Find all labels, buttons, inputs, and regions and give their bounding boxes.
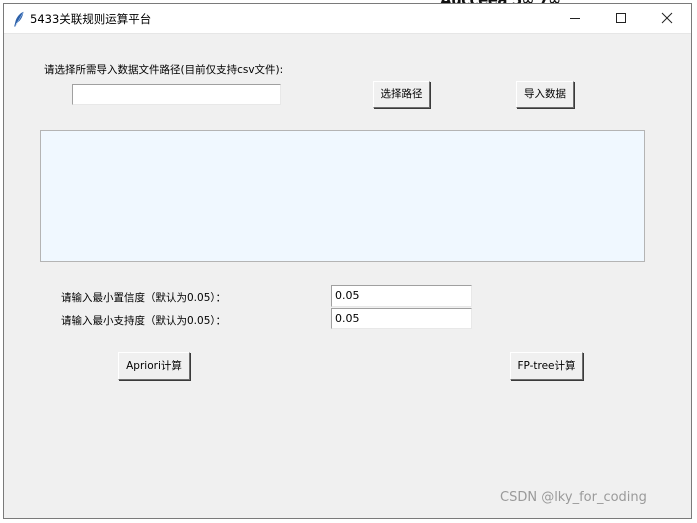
minimize-icon [570, 18, 580, 19]
choose-path-button[interactable]: 选择路径 [373, 81, 430, 108]
maximize-button[interactable] [598, 4, 644, 33]
min-support-input[interactable]: 0.05 [331, 308, 472, 329]
import-data-button[interactable]: 导入数据 [516, 81, 574, 108]
feather-icon [14, 11, 24, 27]
output-text-area[interactable] [40, 130, 645, 262]
fptree-compute-button[interactable]: FP-tree计算 [510, 352, 583, 380]
window-title: 5433关联规则运算平台 [30, 12, 152, 26]
min-confidence-label: 请输入最小置信度（默认为0.05）： [61, 292, 227, 304]
close-icon [661, 12, 673, 24]
window-content: 请选择所需导入数据文件路径(目前仅支持csv文件): 选择路径 导入数据 请输入… [4, 34, 691, 518]
close-button[interactable] [644, 4, 690, 33]
app-window: 5433关联规则运算平台 请选择所需导入数据文件路径(目前仅支持csv文件): [3, 3, 692, 519]
apriori-compute-button[interactable]: Apriori计算 [118, 352, 190, 380]
maximize-icon [616, 13, 626, 23]
min-support-label: 请输入最小支持度（默认为0.05）： [61, 315, 227, 327]
minimize-button[interactable] [552, 4, 598, 33]
title-bar[interactable]: 5433关联规则运算平台 [4, 4, 691, 34]
file-path-input[interactable] [72, 84, 281, 105]
min-confidence-input[interactable]: 0.05 [331, 285, 472, 307]
watermark-text: CSDN @lky_for_coding [500, 490, 647, 505]
screenshot-canvas: I Aucceea 5∞ 7∞ 5433关联规则运算平台 [0, 0, 697, 523]
path-prompt-label: 请选择所需导入数据文件路径(目前仅支持csv文件): [44, 64, 284, 76]
